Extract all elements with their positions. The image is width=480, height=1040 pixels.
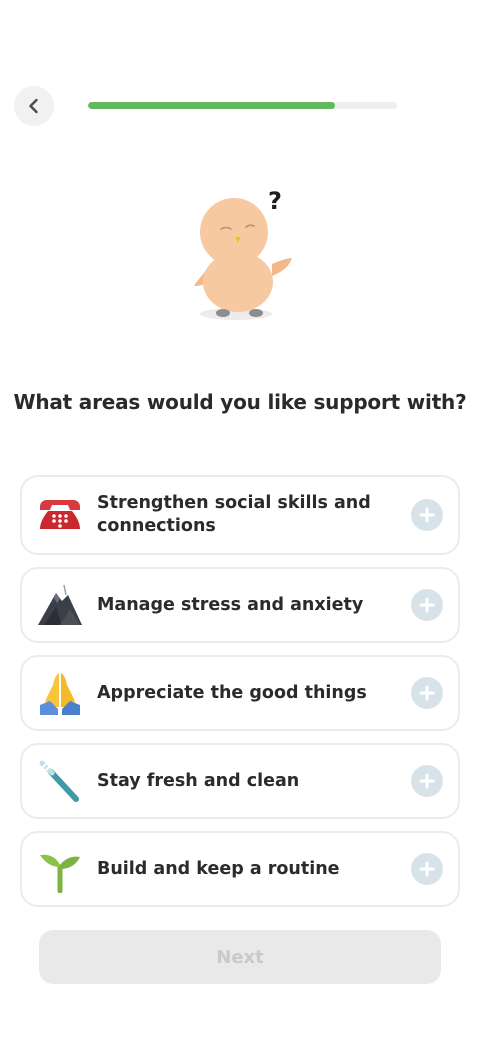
add-button[interactable] bbox=[411, 853, 443, 885]
folded-hands-icon bbox=[36, 669, 84, 717]
option-routine[interactable]: Build and keep a routine bbox=[20, 831, 460, 907]
add-button[interactable] bbox=[411, 589, 443, 621]
next-button[interactable]: Next bbox=[39, 930, 441, 984]
options-list: Strengthen social skills and connections… bbox=[20, 475, 460, 919]
option-social-skills[interactable]: Strengthen social skills and connections bbox=[20, 475, 460, 555]
toothbrush-icon bbox=[36, 757, 84, 805]
bird-mascot-icon: ? bbox=[194, 187, 292, 320]
chevron-left-icon bbox=[29, 98, 38, 114]
page-title: What areas would you like support with? bbox=[13, 390, 467, 414]
option-label: Strengthen social skills and connections bbox=[97, 493, 371, 536]
option-label: Build and keep a routine bbox=[97, 858, 340, 879]
option-label: Appreciate the good things bbox=[97, 682, 367, 703]
option-appreciate[interactable]: Appreciate the good things bbox=[20, 655, 460, 731]
add-button[interactable] bbox=[411, 677, 443, 709]
plus-icon bbox=[419, 773, 435, 789]
progress-bar bbox=[88, 102, 397, 109]
question-mark-text: ? bbox=[268, 187, 282, 215]
plus-icon bbox=[419, 597, 435, 613]
option-stress-anxiety[interactable]: Manage stress and anxiety bbox=[20, 567, 460, 643]
plus-icon bbox=[419, 685, 435, 701]
plus-icon bbox=[419, 507, 435, 523]
add-button[interactable] bbox=[411, 499, 443, 531]
add-button[interactable] bbox=[411, 765, 443, 797]
mountain-icon bbox=[36, 581, 84, 629]
telephone-icon bbox=[36, 491, 84, 539]
option-label: Manage stress and anxiety bbox=[97, 594, 364, 615]
back-button[interactable] bbox=[14, 86, 54, 126]
option-label: Stay fresh and clean bbox=[97, 770, 300, 791]
seedling-icon bbox=[36, 845, 84, 893]
plus-icon bbox=[419, 861, 435, 877]
progress-bar-fill bbox=[88, 102, 336, 109]
option-fresh-clean[interactable]: Stay fresh and clean bbox=[20, 743, 460, 819]
